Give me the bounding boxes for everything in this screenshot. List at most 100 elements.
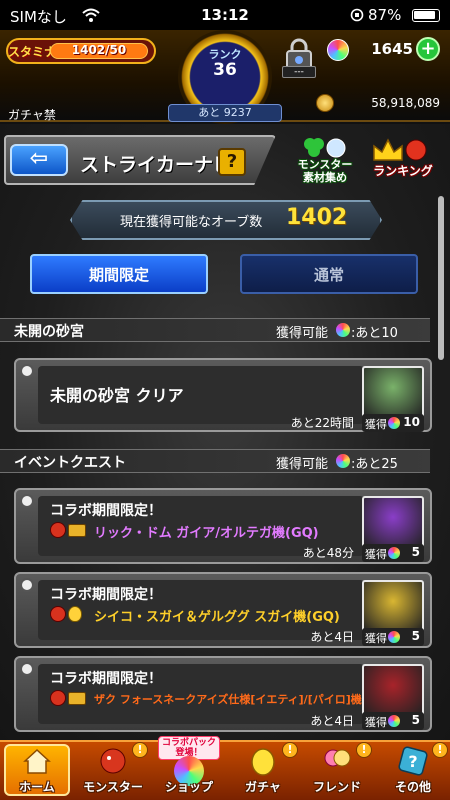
monster-material-label-1: モンスター [297,158,353,171]
egg-icon [68,606,82,622]
quest-time-left: あと48分 [302,546,354,560]
monster-thumbnail [362,664,424,716]
rank-next-exp: あと 9237 [168,104,282,122]
reward-value: 5 [411,545,420,559]
nav-home-label: ホーム [19,780,55,794]
home-icon [23,748,51,774]
quest-time-left: あと4日 [310,714,354,728]
orb-icon [388,417,400,429]
reward-value: 5 [411,629,420,643]
devil-icon [50,606,66,622]
treasure-icon [68,692,86,705]
section-available-label: 獲得可能 [276,457,329,472]
nav-friend[interactable]: ! フレンド [300,742,374,798]
status-bar: SIMなし 13:12 87% [0,0,450,30]
quest-title: 未開の砂宮 クリア [50,386,184,405]
monster-thumbnail [362,496,424,548]
orb-available-value: 1402 [286,205,348,230]
notification-badge: ! [432,742,448,758]
egg-icon [251,748,275,776]
monster-material-label-2: 素材集め [303,171,347,184]
quest-icons [50,522,90,538]
notification-badge: ! [356,742,372,758]
quest-card[interactable]: コラボ期間限定！ リック・ドム ガイア/オルテガ機(GQ) あと48分 獲得 5 [14,488,432,564]
pin-icon [20,578,34,592]
buy-orb-button[interactable]: + [416,37,440,61]
section-available-label: 獲得可能 [276,326,329,341]
monster-thumbnail [362,580,424,632]
nav-shop[interactable]: コラボパック登場！ ショップ [152,736,226,798]
orb-icon [327,39,349,61]
nav-monster-label: モンスター [83,780,143,794]
section-remaining: :あと10 [351,326,398,341]
quest-subtitle: シイコ・スガイ＆ゲルググ スガイ機(GQ) [94,610,340,625]
orb-icon [388,715,400,727]
pin-icon [20,494,34,508]
orb-icon [336,323,350,337]
orb-reward: 獲得 5 [362,712,424,730]
reward-value: 10 [403,415,420,429]
devil-icon [50,690,66,706]
quest-subtitle: リック・ドム ガイア/オルテガ機(GQ) [94,526,319,541]
rank-value: 36 [213,60,237,80]
orb-count: 1645 [371,40,413,58]
reward-label: 獲得 [365,418,387,431]
quest-time-left: あと4日 [310,630,354,644]
ranking-button[interactable]: ランキング [368,136,438,184]
section-title: イベントクエスト [14,455,126,471]
rotation-lock-icon [350,8,364,22]
back-button[interactable]: ⇦ [10,144,68,176]
nav-other-label: その他 [394,780,431,794]
nav-other[interactable]: ? ! その他 [376,742,450,798]
quest-icons [50,690,90,706]
gacha-ban-label: ガチャ禁 [8,108,56,122]
nav-friend-label: フレンド [312,780,361,794]
quest-subtitle: ザク フォースネークアイズ仕様[イエティ]/[パイロ]機 [94,693,362,706]
tab-limited[interactable]: 期間限定 [30,254,208,294]
nav-shop-label: ショップ [164,780,213,794]
quest-time-left: あと22時間 [290,416,354,430]
quest-title: コラボ期間限定！ [50,587,162,603]
balloon-icon [324,749,351,767]
question-icon: ? [398,746,428,776]
help-button[interactable]: ? [218,148,246,176]
page-title: ストライカーナビ [80,154,233,176]
coin-icon [316,94,334,112]
quest-card[interactable]: コラボ期間限定！ シイコ・スガイ＆ゲルググ スガイ機(GQ) あと4日 獲得 5 [14,572,432,648]
reward-label: 獲得 [365,632,387,645]
quest-card[interactable]: コラボ期間限定！ ザク フォースネークアイズ仕様[イエティ]/[パイロ]機 あと… [14,656,432,732]
nav-monster[interactable]: ! モンスター [76,742,150,798]
coin-count: 58,918,089 [371,96,440,110]
monster-thumbnail [362,366,424,418]
orb-reward: 獲得 5 [362,544,424,562]
scrollbar[interactable] [438,196,444,360]
orb-reward: 獲得 5 [362,628,424,646]
monster-material-button[interactable]: モンスター 素材集め [288,136,362,184]
notification-badge: ! [282,742,298,758]
tab-normal[interactable]: 通常 [240,254,418,294]
battery-percent: 87% [368,6,402,24]
nav-gacha-label: ガチャ [245,780,281,794]
notification-badge: ! [132,742,148,758]
back-arrow-icon: ⇦ [29,146,49,171]
reward-value: 5 [411,713,420,727]
orb-icon [336,454,350,468]
stamina-label: スタミナ [8,45,57,59]
treasure-icon [68,524,86,537]
quest-icons [50,606,90,622]
lock-text: --- [282,66,316,78]
orb-reward: 獲得 10 [362,414,424,432]
quest-title: コラボ期間限定！ [50,671,162,687]
reward-label: 獲得 [365,716,387,729]
nav-home[interactable]: ホーム [0,742,74,798]
orb-icon [388,547,400,559]
section-title: 未開の砂宮 [14,324,84,340]
battery-icon [412,9,440,22]
section-remaining: :あと25 [351,457,398,472]
pin-icon [20,364,34,378]
orb-icon [388,631,400,643]
lock-icon[interactable]: --- [282,36,316,78]
quest-card[interactable]: 未開の砂宮 クリア あと22時間 獲得 10 [14,358,432,432]
nav-gacha[interactable]: ! ガチャ [226,742,300,798]
ranking-label: ランキング [373,164,433,178]
